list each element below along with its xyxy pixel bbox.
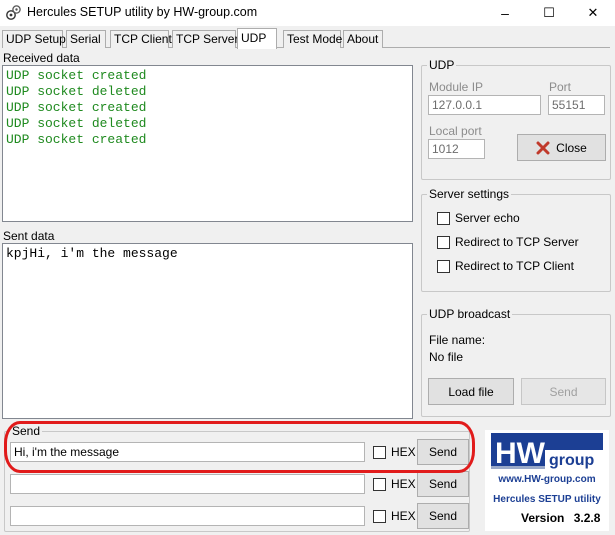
received-line: UDP socket deleted (6, 84, 147, 99)
hex-label-2: HEX (391, 477, 416, 491)
redirect-tcp-client-label: Redirect to TCP Client (455, 259, 574, 273)
close-window-button[interactable]: ✕ (571, 0, 615, 26)
hw-group-logo: HW group www.HW-group.com Hercules SETUP… (485, 430, 609, 531)
file-name-label: File name: (429, 333, 486, 347)
minimize-button[interactable]: – (483, 0, 527, 26)
load-file-button[interactable]: Load file (428, 378, 514, 405)
received-line: UDP socket created (6, 100, 147, 115)
send-input-3[interactable] (10, 506, 365, 526)
close-button-label: Close (556, 140, 587, 155)
tab-test-mode[interactable]: Test Mode (283, 30, 342, 48)
logo-group: group (549, 452, 595, 469)
sent-data-label: Sent data (3, 229, 55, 243)
server-echo-checkbox[interactable] (437, 212, 450, 225)
received-data-area[interactable]: UDP socket created UDP socket deleted UD… (2, 65, 413, 222)
received-line: UDP socket created (6, 132, 147, 147)
received-line: UDP socket created (6, 68, 147, 83)
port-label: Port (549, 80, 572, 94)
tab-tcp-client[interactable]: TCP Client (110, 30, 172, 48)
module-ip-field[interactable]: 127.0.0.1 (428, 95, 541, 115)
file-name-value: No file (429, 350, 464, 364)
logo-version-label: Version (521, 511, 564, 525)
tab-about[interactable]: About (343, 30, 383, 48)
send-group-label: Send (12, 424, 41, 438)
hex-label-1: HEX (391, 445, 416, 459)
minimize-icon: – (501, 5, 509, 21)
close-icon: ✕ (587, 5, 599, 20)
module-ip-label: Module IP (429, 80, 484, 94)
udp-group-label: UDP (429, 58, 455, 72)
send-input-2[interactable] (10, 474, 365, 494)
udp-broadcast-label: UDP broadcast (429, 307, 511, 321)
tab-udp-setup[interactable]: UDP Setup (2, 30, 66, 48)
logo-hw: HW (495, 437, 546, 470)
server-settings-label: Server settings (429, 187, 510, 201)
redirect-tcp-client-checkbox[interactable] (437, 260, 450, 273)
red-x-icon (536, 141, 550, 154)
app-icon (5, 4, 22, 21)
tab-serial[interactable]: Serial (66, 30, 106, 48)
maximize-icon: ☐ (543, 5, 555, 20)
logo-product: Hercules SETUP utility (493, 494, 601, 505)
broadcast-send-button[interactable]: Send (521, 378, 606, 405)
maximize-button[interactable]: ☐ (527, 0, 571, 26)
local-port-label: Local port (429, 124, 482, 138)
send-input-1[interactable]: Hi, i'm the message (10, 442, 365, 462)
send-button-1[interactable]: Send (417, 439, 469, 465)
title-bar: Hercules SETUP utility by HW-group.com –… (0, 0, 615, 26)
hex-label-3: HEX (391, 509, 416, 523)
svg-text:Version 3.2.8: Version 3.2.8 (521, 511, 601, 525)
window-title: Hercules SETUP utility by HW-group.com (27, 5, 258, 19)
tab-udp[interactable]: UDP (237, 28, 277, 49)
logo-url: www.HW-group.com (497, 474, 595, 485)
close-button[interactable]: Close (517, 134, 606, 161)
redirect-tcp-server-label: Redirect to TCP Server (455, 235, 579, 249)
tab-tcp-server[interactable]: TCP Server (172, 30, 238, 48)
hex-checkbox-3[interactable] (373, 510, 386, 523)
udp-group: UDP (421, 58, 611, 180)
send-button-2[interactable]: Send (417, 471, 469, 497)
local-port-field[interactable]: 1012 (428, 139, 485, 159)
received-line: UDP socket deleted (6, 116, 147, 131)
redirect-tcp-server-checkbox[interactable] (437, 236, 450, 249)
received-data-label: Received data (3, 51, 80, 65)
send-button-3[interactable]: Send (417, 503, 469, 529)
port-field[interactable]: 55151 (548, 95, 605, 115)
hex-checkbox-1[interactable] (373, 446, 386, 459)
server-echo-label: Server echo (455, 211, 520, 225)
hex-checkbox-2[interactable] (373, 478, 386, 491)
sent-data-area[interactable]: kpjHi, i'm the message (2, 243, 413, 419)
sent-text: kpjHi, i'm the message (6, 246, 178, 261)
logo-version: 3.2.8 (574, 511, 601, 525)
